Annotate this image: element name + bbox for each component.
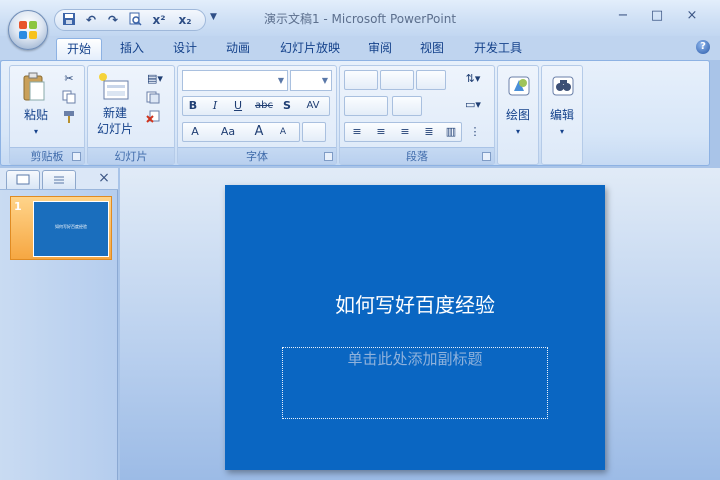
reset-icon[interactable] (144, 90, 162, 108)
help-icon[interactable]: ? (696, 40, 710, 54)
tab-animation[interactable]: 动画 (216, 38, 260, 60)
superscript-button[interactable]: x² (149, 12, 169, 28)
font-group-label: 字体 (178, 147, 336, 164)
ribbon: 粘贴 ▾ ✂ 剪贴板 新建 幻灯片 ▤▾ 幻灯片 ▼ ▼ B I U abc S… (0, 60, 710, 166)
undo-icon[interactable]: ↶ (83, 12, 99, 28)
slide-thumbnail-item[interactable]: 1 如何写好百度经验 (10, 196, 112, 260)
tab-developer[interactable]: 开发工具 (466, 38, 530, 60)
drawing-group: 绘图 ▾ (497, 65, 539, 165)
clear-format-icon[interactable] (302, 122, 326, 142)
font-color-button[interactable]: A (186, 123, 204, 141)
slides-group-label: 幻灯片 (88, 147, 174, 164)
minimize-button[interactable]: − (611, 8, 635, 26)
format-painter-icon[interactable] (60, 110, 78, 128)
strikethrough-button[interactable]: abc (252, 97, 276, 115)
font-launcher-icon[interactable] (324, 152, 333, 161)
numbering-icon[interactable] (380, 70, 414, 90)
new-slide-icon[interactable] (98, 72, 130, 102)
tab-review[interactable]: 审阅 (358, 38, 402, 60)
current-slide[interactable]: 如何写好百度经验 单击此处添加副标题 (225, 185, 605, 470)
panel-tabs: × (0, 168, 118, 190)
slides-panel: × 1 如何写好百度经验 (0, 168, 118, 480)
editing-button[interactable]: 编辑 (542, 108, 582, 123)
quick-access-toolbar: ↶ ↷ x² x₂ (54, 9, 206, 31)
redo-icon[interactable]: ↷ (105, 12, 121, 28)
paste-button[interactable]: 粘贴 (14, 108, 58, 123)
print-preview-icon[interactable] (127, 12, 143, 28)
align-right-icon[interactable]: ≡ (396, 123, 414, 141)
tab-slideshow[interactable]: 幻灯片放映 (272, 38, 348, 60)
bullets-icon[interactable] (344, 70, 378, 90)
paragraph-group: ⇅▾ ▭▾ ≡ ≡ ≡ ≣ ▥ ⋮ 段落 (339, 65, 495, 165)
slides-group: 新建 幻灯片 ▤▾ 幻灯片 (87, 65, 175, 165)
paragraph-group-label: 段落 (340, 147, 494, 164)
office-logo-icon (19, 21, 37, 39)
close-button[interactable]: × (680, 8, 704, 26)
shrink-font-button[interactable]: A (274, 123, 292, 141)
slide-number: 1 (14, 200, 22, 213)
customize-qat-icon[interactable]: ▼ (210, 12, 222, 26)
new-slide-label-2[interactable]: 幻灯片 (90, 122, 140, 137)
paste-icon[interactable] (22, 72, 46, 102)
paragraph-launcher-icon[interactable] (482, 152, 491, 161)
drawing-dropdown-icon[interactable]: ▾ (498, 124, 538, 139)
close-panel-icon[interactable]: × (96, 169, 112, 187)
tab-slides-view[interactable] (6, 170, 40, 189)
new-slide-label-1[interactable]: 新建 (90, 106, 140, 121)
font-name-combo[interactable]: ▼ (182, 70, 288, 91)
editing-group: 编辑 ▾ (541, 65, 583, 165)
paste-dropdown-icon[interactable]: ▾ (14, 124, 58, 139)
indent-icon[interactable] (344, 96, 388, 116)
ribbon-tabs: 开始 插入 设计 动画 幻灯片放映 审阅 视图 开发工具 (0, 36, 720, 60)
columns-icon[interactable] (392, 96, 422, 116)
align-text-icon[interactable]: ▭▾ (460, 96, 486, 114)
align-center-icon[interactable]: ≡ (372, 123, 390, 141)
cut-icon[interactable]: ✂ (60, 70, 78, 88)
office-button[interactable] (8, 10, 48, 50)
slide-thumbnail: 如何写好百度经验 (33, 201, 109, 257)
subtitle-placeholder-box[interactable]: 单击此处添加副标题 (282, 347, 548, 419)
editing-dropdown-icon[interactable]: ▾ (542, 124, 582, 139)
thumbnail-title: 如何写好百度经验 (55, 224, 87, 229)
subtitle-placeholder: 单击此处添加副标题 (347, 350, 483, 368)
layout-icon[interactable]: ▤▾ (144, 70, 166, 88)
copy-icon[interactable] (60, 90, 78, 108)
slide-editing-area: 如何写好百度经验 单击此处添加副标题 (120, 168, 720, 480)
drawing-button[interactable]: 绘图 (498, 108, 538, 123)
text-shadow-button[interactable]: S (278, 97, 296, 115)
grow-font-button[interactable]: A (250, 123, 268, 141)
font-group: ▼ ▼ B I U abc S AV A Aa A A 字体 (177, 65, 337, 165)
find-icon[interactable] (550, 74, 576, 98)
delete-slide-icon[interactable] (144, 110, 162, 128)
align-left-icon[interactable]: ≡ (348, 123, 366, 141)
tab-outline-view[interactable] (42, 170, 76, 189)
bold-button[interactable]: B (184, 97, 202, 115)
smartart-icon[interactable]: ⋮ (466, 123, 484, 141)
tab-home[interactable]: 开始 (56, 38, 102, 60)
distribute-icon[interactable]: ▥ (442, 123, 460, 141)
line-spacing-icon[interactable] (416, 70, 446, 90)
underline-button[interactable]: U (229, 97, 247, 115)
subscript-button[interactable]: x₂ (175, 12, 195, 28)
tab-insert[interactable]: 插入 (110, 38, 154, 60)
clipboard-launcher-icon[interactable] (72, 152, 81, 161)
tab-view[interactable]: 视图 (410, 38, 454, 60)
change-case-button[interactable]: Aa (216, 123, 240, 141)
shapes-icon[interactable] (506, 74, 532, 98)
maximize-button[interactable]: □ (645, 8, 669, 26)
justify-icon[interactable]: ≣ (420, 123, 438, 141)
char-spacing-button[interactable]: AV (300, 97, 326, 115)
italic-button[interactable]: I (206, 97, 224, 115)
text-direction-icon[interactable]: ⇅▾ (460, 70, 486, 88)
font-size-combo[interactable]: ▼ (290, 70, 332, 91)
tab-design[interactable]: 设计 (163, 38, 207, 60)
save-icon[interactable] (61, 12, 77, 28)
slide-title[interactable]: 如何写好百度经验 (225, 289, 605, 318)
clipboard-group: 粘贴 ▾ ✂ 剪贴板 (9, 65, 85, 165)
